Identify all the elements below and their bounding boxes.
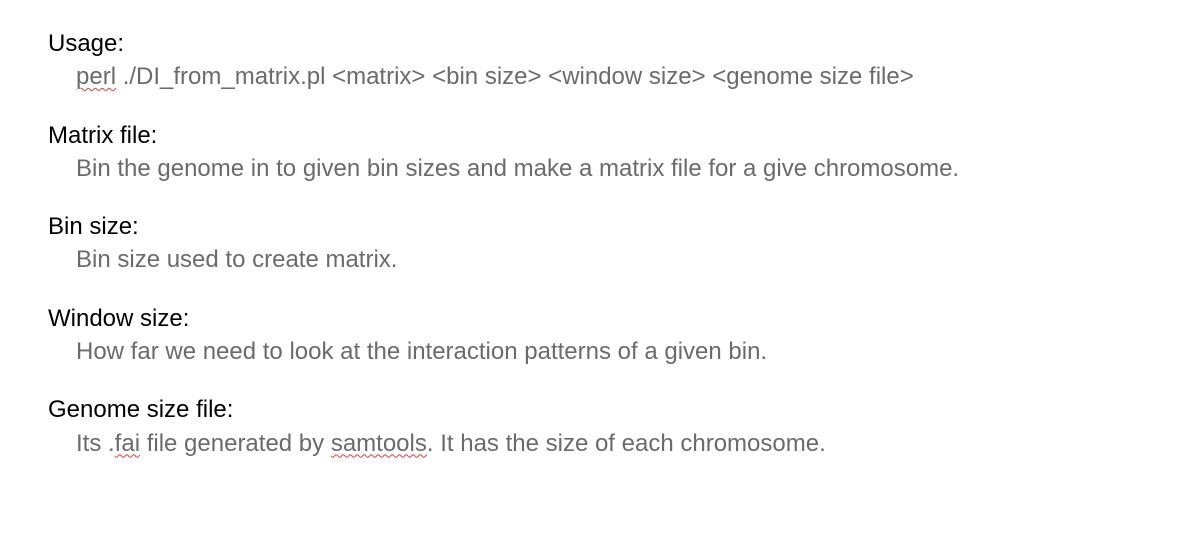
windowsize-section: Window size: How far we need to look at … xyxy=(48,303,1152,369)
usage-section: Usage: perl ./DI_from_matrix.pl <matrix>… xyxy=(48,28,1152,94)
usage-command: ./DI_from_matrix.pl <matrix> <bin size> … xyxy=(116,63,914,90)
windowsize-body: How far we need to look at the interacti… xyxy=(48,334,1152,368)
genomesize-prefix: Its . xyxy=(76,430,115,457)
genomesize-heading: Genome size file: xyxy=(48,394,1152,425)
binsize-heading: Bin size: xyxy=(48,211,1152,242)
genomesize-suffix: . It has the size of each chromosome. xyxy=(427,430,826,457)
spellcheck-word-samtools: samtools xyxy=(331,430,427,457)
spellcheck-word-fai: fai xyxy=(115,430,140,457)
usage-body: perl ./DI_from_matrix.pl <matrix> <bin s… xyxy=(48,59,1152,93)
genomesize-mid: file generated by xyxy=(140,430,331,457)
spellcheck-word-perl: perl xyxy=(76,63,116,90)
usage-heading: Usage: xyxy=(48,28,1152,59)
binsize-section: Bin size: Bin size used to create matrix… xyxy=(48,211,1152,277)
matrix-heading: Matrix file: xyxy=(48,120,1152,151)
genomesize-section: Genome size file: Its .fai file generate… xyxy=(48,394,1152,460)
matrix-body: Bin the genome in to given bin sizes and… xyxy=(48,151,1152,185)
windowsize-heading: Window size: xyxy=(48,303,1152,334)
binsize-body: Bin size used to create matrix. xyxy=(48,242,1152,276)
genomesize-body: Its .fai file generated by samtools. It … xyxy=(48,426,1152,460)
matrix-section: Matrix file: Bin the genome in to given … xyxy=(48,120,1152,186)
